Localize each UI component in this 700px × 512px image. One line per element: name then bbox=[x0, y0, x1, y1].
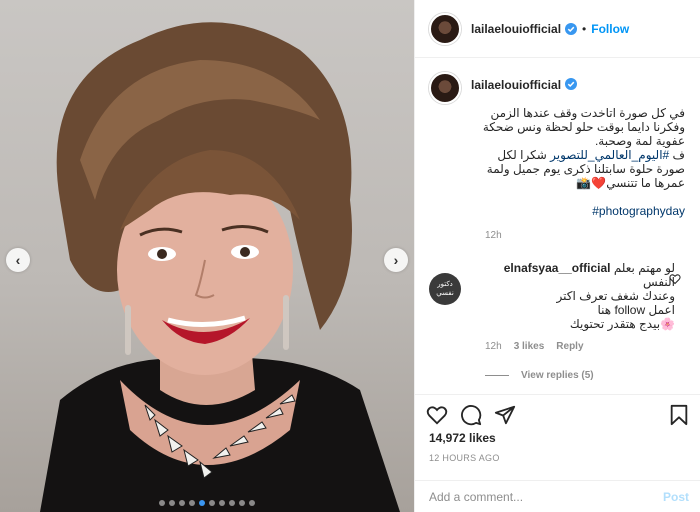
portrait-photo bbox=[40, 22, 400, 512]
caption-avatar[interactable] bbox=[429, 72, 461, 104]
carousel-dot bbox=[239, 500, 245, 506]
carousel-dot bbox=[249, 500, 255, 506]
comment-input[interactable] bbox=[429, 489, 663, 504]
comment-likes[interactable]: 3 likes bbox=[514, 341, 545, 352]
post-actions: 14,972 likes 12 HOURS AGO bbox=[415, 394, 700, 468]
carousel-dot bbox=[189, 500, 195, 506]
hashtag-world-photography-day-ar[interactable]: #اليوم_العالمي_للتصوير bbox=[550, 148, 669, 162]
carousel-dot bbox=[179, 500, 185, 506]
chevron-right-icon: › bbox=[393, 252, 399, 268]
comment-item: دكتور نفسي elnafsyaa__official لو مهتم ب… bbox=[415, 249, 700, 381]
caption-text: في كل صورة اتاخدت وقف عندها الزمن وفكرنا… bbox=[471, 92, 685, 218]
like-comment-heart-icon[interactable] bbox=[669, 273, 681, 285]
heart-icon[interactable] bbox=[425, 403, 449, 427]
carousel-dot bbox=[159, 500, 165, 506]
caption-username[interactable]: lailaelouiofficial bbox=[471, 78, 561, 92]
previous-slide-button[interactable]: ‹ bbox=[6, 248, 30, 272]
bookmark-icon[interactable] bbox=[667, 403, 691, 427]
post-comment-button[interactable]: Post bbox=[663, 490, 689, 504]
reply-button[interactable]: Reply bbox=[556, 341, 583, 352]
next-slide-button[interactable]: › bbox=[384, 248, 408, 272]
verified-badge-icon bbox=[565, 22, 578, 35]
commenter-avatar[interactable]: دكتور نفسي bbox=[429, 273, 461, 305]
replies-divider bbox=[485, 375, 509, 376]
carousel-dot bbox=[219, 500, 225, 506]
post-header: lailaelouiofficial • Follow bbox=[415, 0, 700, 58]
carousel-indicator bbox=[0, 500, 414, 506]
carousel-dot bbox=[169, 500, 175, 506]
commenter-username[interactable]: elnafsyaa__official bbox=[504, 261, 611, 275]
header-separator: • bbox=[582, 21, 587, 36]
view-replies-button[interactable]: View replies (5) bbox=[485, 370, 689, 381]
carousel-dot bbox=[209, 500, 215, 506]
carousel-dot bbox=[229, 500, 235, 506]
author-username[interactable]: lailaelouiofficial bbox=[471, 22, 561, 36]
carousel-dot bbox=[199, 500, 205, 506]
caption-time[interactable]: 12h bbox=[485, 230, 689, 241]
comment-text: elnafsyaa__official لو مهتم بعلم النفس و… bbox=[485, 261, 675, 331]
caption-prefix: ف bbox=[669, 148, 685, 162]
view-replies-label: View replies (5) bbox=[521, 370, 594, 381]
post-details-panel: lailaelouiofficial • Follow lailaelouiof… bbox=[414, 0, 700, 512]
comment-meta: 12h 3 likes Reply bbox=[485, 341, 689, 352]
add-comment-bar: Post bbox=[415, 480, 700, 512]
hashtag-photographyday[interactable]: #photographyday bbox=[592, 204, 685, 218]
author-avatar[interactable] bbox=[429, 12, 461, 45]
likes-count[interactable]: 14,972 likes bbox=[415, 431, 700, 445]
verified-badge-icon bbox=[565, 78, 578, 90]
caption-body: في كل صورة اتاخدت وقف عندها الزمن وفكرنا… bbox=[482, 106, 685, 148]
comment-time[interactable]: 12h bbox=[485, 341, 502, 352]
posted-time[interactable]: 12 HOURS AGO bbox=[415, 453, 700, 463]
commenter-avatar-text: دكتور نفسي bbox=[436, 281, 454, 297]
share-icon[interactable] bbox=[493, 403, 517, 427]
comment-icon[interactable] bbox=[459, 403, 483, 427]
chevron-left-icon: ‹ bbox=[15, 252, 21, 268]
caption: lailaelouiofficial في كل صورة اتاخدت وقف… bbox=[415, 58, 700, 241]
post-image[interactable]: ‹ › bbox=[0, 0, 414, 512]
comments-section: lailaelouiofficial في كل صورة اتاخدت وقف… bbox=[415, 58, 700, 394]
follow-button[interactable]: Follow bbox=[591, 22, 629, 36]
